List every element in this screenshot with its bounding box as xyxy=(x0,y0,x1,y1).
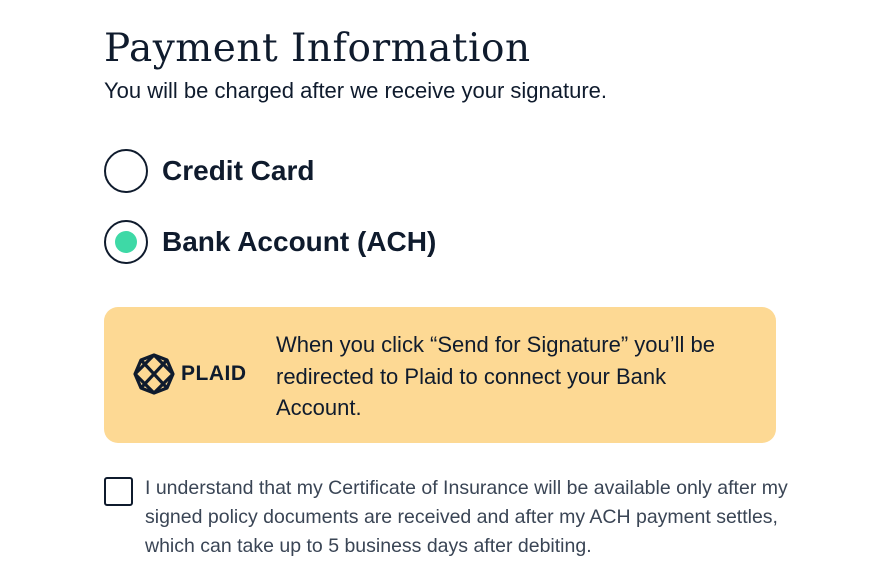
bank-account-label[interactable]: Bank Account (ACH) xyxy=(162,226,436,258)
bank-account-radio-dot xyxy=(115,231,137,253)
plaid-info-box: PLAID When you click “Send for Signature… xyxy=(104,307,776,443)
plaid-logo: PLAID xyxy=(133,353,247,395)
plaid-icon xyxy=(133,353,175,395)
credit-card-label[interactable]: Credit Card xyxy=(162,155,314,187)
page-subtitle: You will be charged after we receive you… xyxy=(104,78,608,103)
bank-account-radio[interactable] xyxy=(104,220,148,264)
radio-option-credit-card[interactable]: Credit Card xyxy=(104,149,314,193)
credit-card-radio[interactable] xyxy=(104,149,148,193)
radio-option-bank-account[interactable]: Bank Account (ACH) xyxy=(104,220,436,264)
plaid-wordmark: PLAID xyxy=(181,362,247,385)
page-title: Payment Information xyxy=(104,26,531,71)
acknowledgement-checkbox[interactable] xyxy=(104,477,133,506)
acknowledgement-text[interactable]: I understand that my Certificate of Insu… xyxy=(145,474,790,561)
plaid-redirect-message: When you click “Send for Signature” you’… xyxy=(276,332,715,420)
